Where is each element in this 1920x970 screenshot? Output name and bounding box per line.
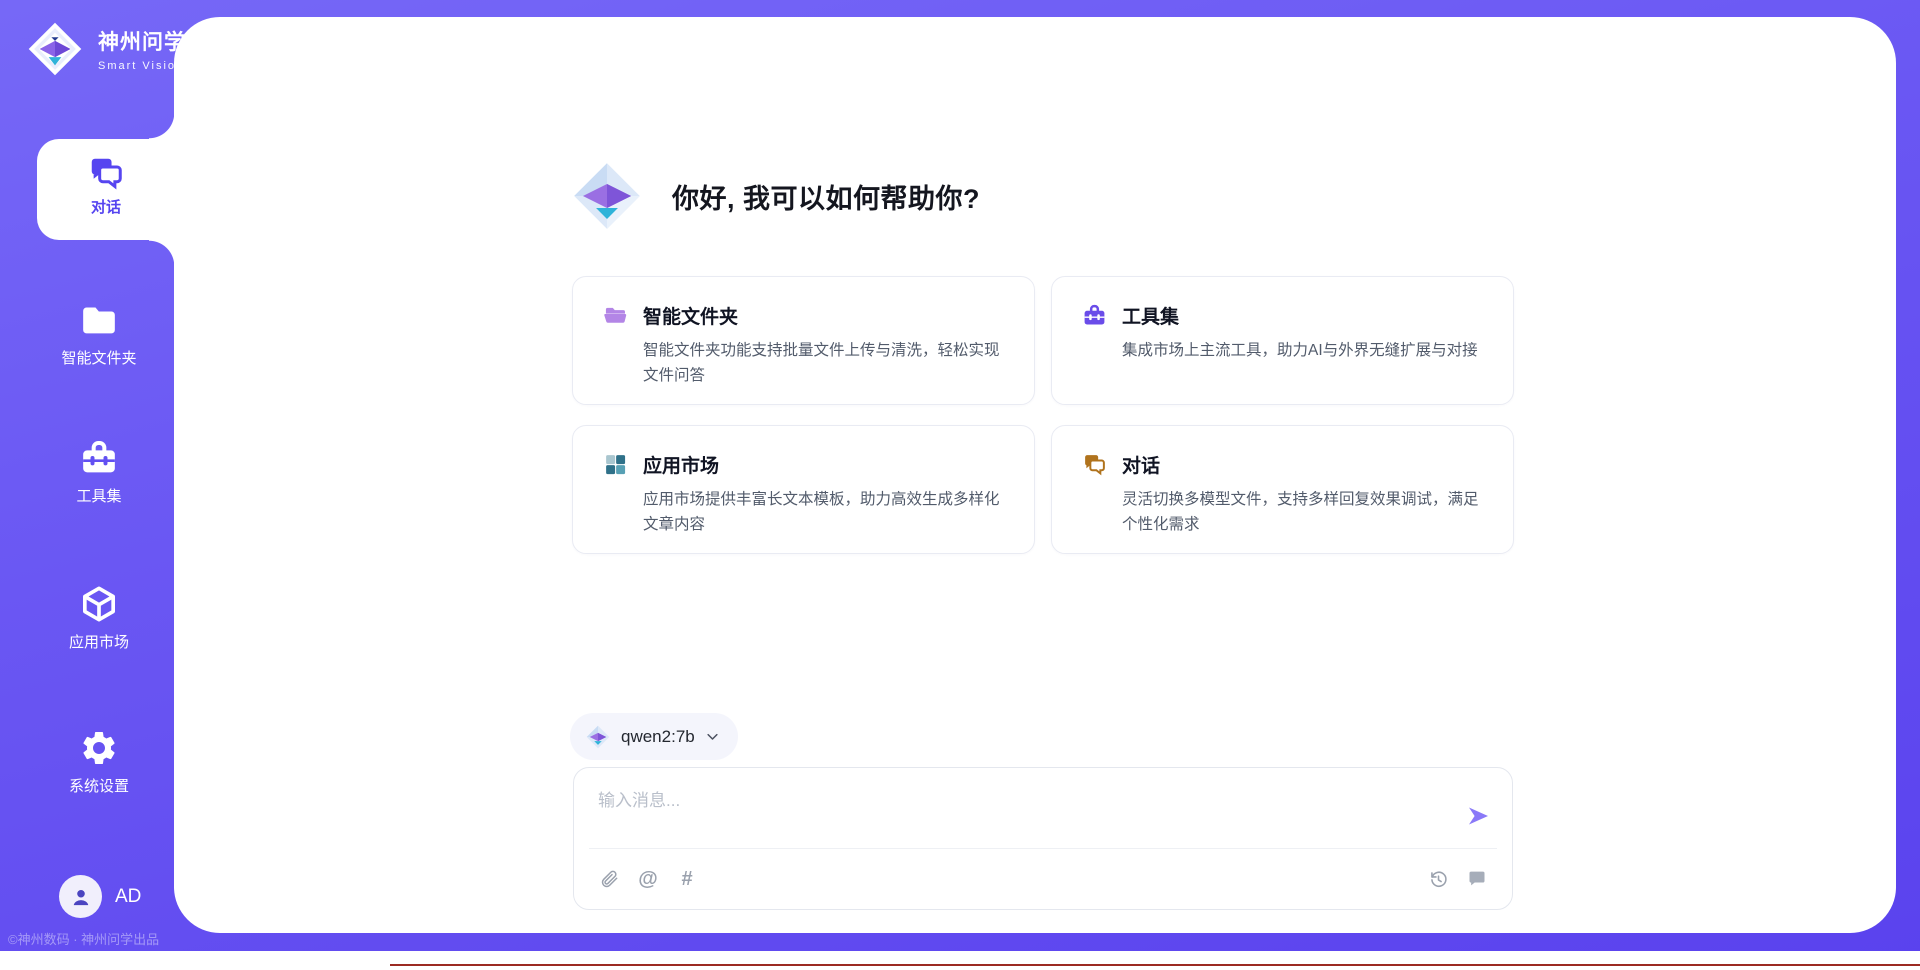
- sidebar-item-label: 应用市场: [24, 631, 174, 652]
- sidebar-item-settings[interactable]: 系统设置: [24, 728, 174, 796]
- chat-icon: [87, 154, 125, 192]
- card-title: 应用市场: [643, 451, 719, 478]
- chevron-down-icon: [705, 729, 720, 744]
- card-chat[interactable]: 对话 灵活切换多模型文件，支持多样回复效果调试，满足个性化需求: [1051, 425, 1514, 554]
- card-description: 应用市场提供丰富长文本模板，助力高效生成多样化文章内容: [643, 487, 1010, 537]
- bottom-line: [390, 964, 1920, 966]
- main-panel: 你好, 我可以如何帮助你? 智能文件夹 智能文件夹功能支持批量文件上传与清洗，轻…: [174, 17, 1896, 933]
- brand-subtitle: Smart Vision: [98, 60, 186, 72]
- card-app-market[interactable]: 应用市场 应用市场提供丰富长文本模板，助力高效生成多样化文章内容: [572, 425, 1035, 554]
- chat-bubble-icon[interactable]: [1465, 867, 1489, 891]
- cube-icon: [79, 584, 119, 624]
- sidebar-item-smart-folder[interactable]: 智能文件夹: [24, 300, 174, 368]
- sidebar-item-label: 对话: [37, 196, 175, 217]
- attachment-icon[interactable]: [597, 867, 621, 891]
- hash-icon[interactable]: #: [675, 867, 699, 891]
- assistant-logo-icon: [572, 161, 642, 231]
- greeting: 你好, 我可以如何帮助你?: [572, 161, 980, 231]
- user-profile[interactable]: AD: [59, 875, 141, 918]
- user-name: AD: [115, 886, 141, 908]
- composer-divider: [589, 848, 1497, 849]
- card-title: 对话: [1122, 451, 1160, 478]
- brand-name: 神州问学: [98, 26, 186, 56]
- greeting-title: 你好, 我可以如何帮助你?: [672, 177, 980, 216]
- sidebar-item-chat[interactable]: 对话: [37, 139, 175, 240]
- sidebar-item-label: 系统设置: [24, 775, 174, 796]
- sidebar-item-app-market[interactable]: 应用市场: [24, 584, 174, 652]
- model-logo-icon: [586, 725, 610, 749]
- bottom-strip: [0, 951, 1920, 970]
- settings-icon: [79, 728, 119, 768]
- card-description: 智能文件夹功能支持批量文件上传与清洗，轻松实现文件问答: [643, 338, 1010, 388]
- folder-open-icon: [603, 303, 628, 328]
- sidebar-item-label: 智能文件夹: [24, 347, 174, 368]
- avatar: [59, 875, 102, 918]
- card-title: 工具集: [1122, 302, 1179, 329]
- message-input[interactable]: [598, 784, 1418, 818]
- app-root: 神州问学 Smart Vision 对话 智能文件夹 工具集: [0, 0, 1920, 970]
- card-description: 集成市场上主流工具，助力AI与外界无缝扩展与对接: [1122, 338, 1489, 363]
- brand: 神州问学 Smart Vision: [26, 20, 186, 78]
- sidebar-item-label: 工具集: [24, 485, 174, 506]
- brand-logo-icon: [26, 20, 84, 78]
- message-composer: @ #: [573, 767, 1513, 910]
- briefcase-icon: [1082, 303, 1107, 328]
- grid-icon: [603, 452, 628, 477]
- send-icon[interactable]: [1466, 804, 1490, 828]
- folder-icon: [79, 300, 119, 340]
- card-smart-folder[interactable]: 智能文件夹 智能文件夹功能支持批量文件上传与清洗，轻松实现文件问答: [572, 276, 1035, 405]
- sidebar-item-toolset[interactable]: 工具集: [24, 438, 174, 506]
- mention-icon[interactable]: @: [636, 867, 660, 891]
- card-title: 智能文件夹: [643, 302, 738, 329]
- model-name: qwen2:7b: [621, 727, 695, 747]
- toolbox-icon: [79, 438, 119, 478]
- person-icon: [68, 884, 94, 910]
- history-icon[interactable]: [1426, 867, 1450, 891]
- copyright: ©神州数码 · 神州问学出品: [8, 929, 159, 948]
- model-selector[interactable]: qwen2:7b: [570, 713, 738, 760]
- chat-bubble-icon: [1082, 452, 1107, 477]
- card-toolset[interactable]: 工具集 集成市场上主流工具，助力AI与外界无缝扩展与对接: [1051, 276, 1514, 405]
- card-description: 灵活切换多模型文件，支持多样回复效果调试，满足个性化需求: [1122, 487, 1489, 537]
